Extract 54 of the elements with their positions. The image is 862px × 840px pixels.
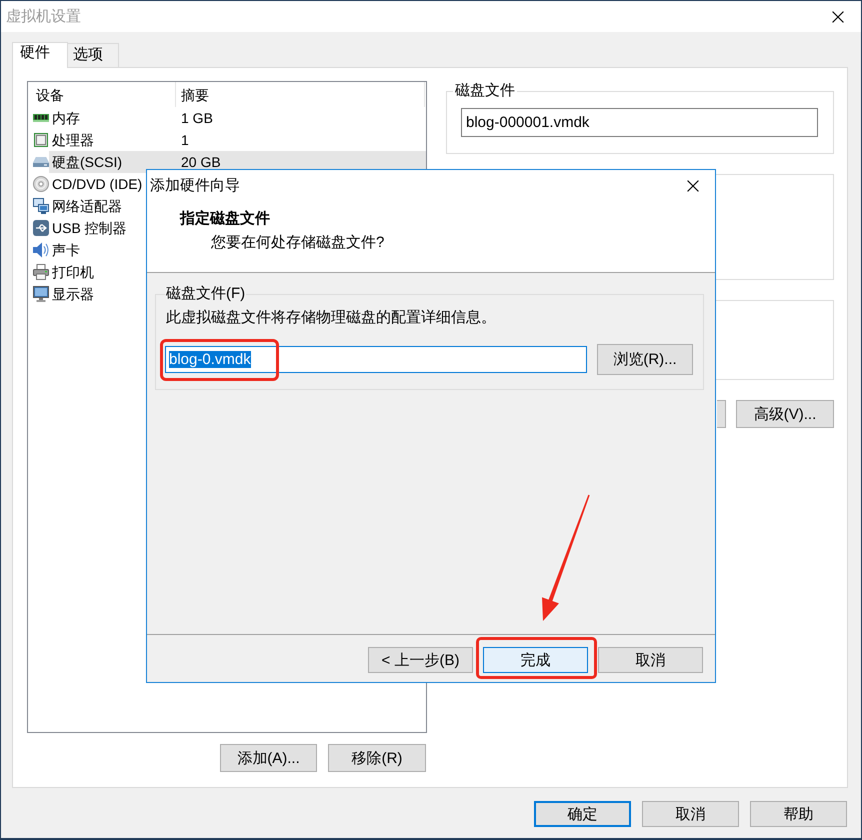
device-name: 网络适配器	[52, 197, 122, 215]
dialog-subheading: 您要在何处存储磁盘文件?	[211, 234, 384, 252]
device-name: 硬盘(SCSI)	[52, 153, 122, 171]
cancel-button[interactable]: 取消	[642, 801, 739, 827]
window-title: 虚拟机设置	[6, 8, 81, 26]
group-description: 此虚拟磁盘文件将存储物理磁盘的配置详细信息。	[166, 309, 496, 327]
finish-button[interactable]: 完成	[483, 647, 588, 673]
device-row[interactable]: 处理器 1	[28, 129, 189, 151]
column-header[interactable]: 设备	[28, 82, 176, 107]
dialog-heading: 指定磁盘文件	[180, 210, 270, 228]
device-row[interactable]: 网络适配器	[28, 195, 122, 217]
device-row[interactable]: 打印机	[28, 261, 94, 283]
device-name: 显示器	[52, 285, 94, 303]
remove-button[interactable]: 移除(R)	[328, 744, 426, 772]
disc-icon	[33, 176, 49, 192]
device-summary: 1 GB	[181, 109, 213, 127]
disk-file-field[interactable]: blog-000001.vmdk	[461, 108, 818, 137]
file-path-field[interactable]: blog-0.vmdk	[165, 346, 587, 373]
device-row[interactable]: CD/DVD (IDE)	[28, 173, 142, 195]
speaker-icon	[33, 242, 49, 258]
tab[interactable]: 硬件	[12, 42, 68, 68]
close-icon[interactable]	[687, 180, 699, 192]
monitor-icon	[33, 286, 49, 302]
device-row[interactable]: 内存 1 GB	[28, 107, 213, 129]
device-name: 打印机	[52, 263, 94, 281]
device-name: 声卡	[52, 241, 80, 259]
device-row[interactable]: 显示器	[28, 283, 94, 305]
browse-button[interactable]: 浏览(R)...	[597, 344, 693, 375]
ok-button[interactable]: 确定	[534, 801, 631, 827]
back-button[interactable]: < 上一步(B)	[368, 647, 473, 673]
device-summary: 1	[181, 131, 189, 149]
column-header[interactable]: 摘要	[176, 82, 425, 107]
help-button[interactable]: 帮助	[750, 801, 847, 827]
group-title: 磁盘文件(F)	[165, 285, 246, 303]
chip-icon	[34, 133, 48, 147]
device-name: CD/DVD (IDE)	[52, 175, 142, 193]
device-summary: 20 GB	[181, 153, 221, 171]
group-title: 磁盘文件	[454, 82, 516, 100]
device-name: USB 控制器	[52, 219, 127, 237]
close-icon[interactable]	[832, 10, 844, 22]
computers-icon	[33, 198, 49, 214]
hard-drive-icon	[33, 157, 49, 167]
cancel-button[interactable]: 取消	[598, 647, 703, 673]
advanced-button[interactable]: 高级(V)...	[736, 400, 834, 428]
printer-icon	[33, 264, 49, 280]
dialog-title: 添加硬件向导	[150, 176, 240, 194]
device-name: 内存	[52, 109, 80, 127]
add-button[interactable]: 添加(A)...	[220, 744, 317, 772]
memory-stick-icon	[33, 114, 49, 122]
device-name: 处理器	[52, 131, 94, 149]
device-row[interactable]: USB 控制器	[28, 217, 127, 239]
usb-icon	[33, 220, 49, 236]
device-row[interactable]: 声卡	[28, 239, 80, 261]
tab[interactable]: 选项	[67, 43, 119, 67]
